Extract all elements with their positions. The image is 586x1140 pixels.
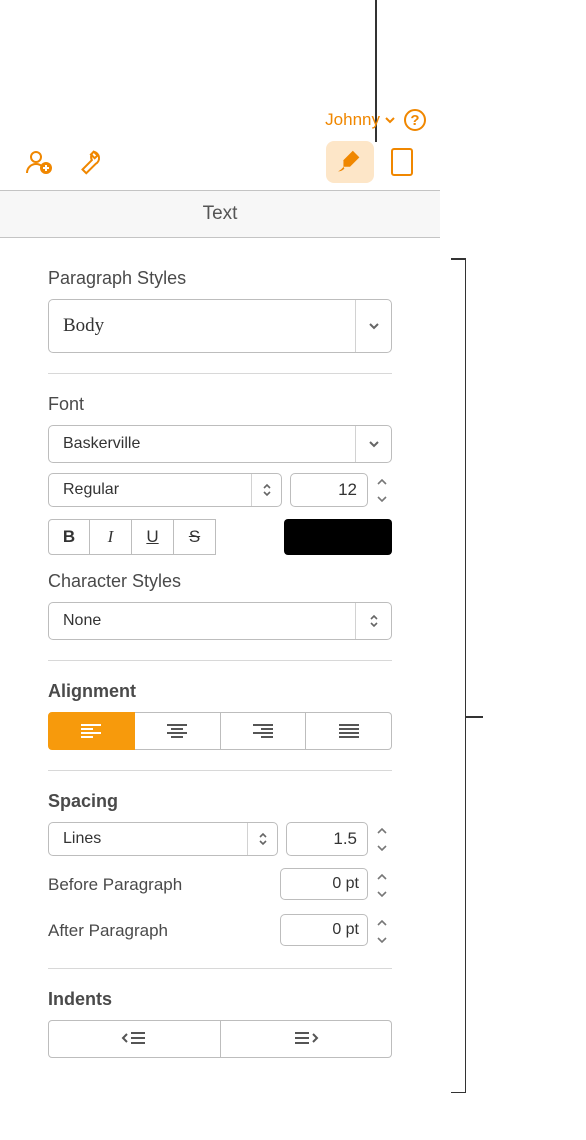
character-style-select[interactable]: None <box>48 602 392 640</box>
up-down-chevron-icon <box>258 832 268 846</box>
up-down-chevron-icon <box>369 614 379 628</box>
after-paragraph-label: After Paragraph <box>48 921 280 941</box>
bold-button[interactable]: B <box>48 519 90 555</box>
character-style-value: None <box>49 612 355 630</box>
document-icon <box>389 146 415 178</box>
strike-label: S <box>189 527 200 547</box>
chevron-down-icon <box>368 438 380 450</box>
font-size-field[interactable]: 12 <box>290 473 368 507</box>
paragraph-style-select[interactable]: Body <box>48 299 392 353</box>
font-family-select[interactable]: Baskerville <box>48 425 392 463</box>
font-size-stepper[interactable] <box>372 473 392 507</box>
spacing-mode-value: Lines <box>49 830 247 848</box>
format-button[interactable] <box>326 141 374 183</box>
chevron-up-icon <box>377 479 387 486</box>
divider <box>48 660 392 661</box>
document-button[interactable] <box>378 141 426 183</box>
bold-label: B <box>63 527 75 547</box>
font-style-select[interactable]: Regular <box>48 473 282 507</box>
align-center-button[interactable] <box>135 712 221 750</box>
divider <box>48 770 392 771</box>
divider <box>48 968 392 969</box>
wrench-icon <box>75 147 105 177</box>
before-paragraph-stepper[interactable] <box>372 868 392 902</box>
font-family-value: Baskerville <box>49 435 355 453</box>
before-paragraph-field[interactable]: 0 pt <box>280 868 368 900</box>
align-justify-icon <box>337 723 361 739</box>
font-label: Font <box>48 394 392 415</box>
select-arrow <box>355 426 391 462</box>
chevron-down-icon <box>377 936 387 943</box>
italic-button[interactable]: I <box>90 519 132 555</box>
spacing-label: Spacing <box>48 791 392 812</box>
help-button[interactable]: ? <box>404 109 426 131</box>
increase-indent-icon <box>293 1030 319 1048</box>
align-left-button[interactable] <box>48 712 135 750</box>
select-arrow <box>251 474 281 506</box>
strike-button[interactable]: S <box>174 519 216 555</box>
user-name: Johnny <box>325 110 380 130</box>
character-styles-label: Character Styles <box>48 571 392 592</box>
spacing-mode-select[interactable]: Lines <box>48 822 278 856</box>
paragraph-styles-label: Paragraph Styles <box>48 268 392 289</box>
after-paragraph-stepper[interactable] <box>372 914 392 948</box>
chevron-up-icon <box>377 920 387 927</box>
help-label: ? <box>410 112 419 129</box>
select-arrow <box>355 603 391 639</box>
font-size-value: 12 <box>338 480 357 500</box>
font-style-value: Regular <box>49 481 251 499</box>
spacing-value: 1.5 <box>333 829 357 849</box>
increase-indent-button[interactable] <box>221 1020 393 1058</box>
select-arrow <box>247 823 277 855</box>
alignment-label: Alignment <box>48 681 392 702</box>
indents-label: Indents <box>48 989 392 1010</box>
align-center-icon <box>165 723 189 739</box>
section-header: Text <box>0 190 440 238</box>
align-justify-button[interactable] <box>306 712 392 750</box>
up-down-chevron-icon <box>262 483 272 497</box>
text-color-swatch[interactable] <box>284 519 392 555</box>
user-menu[interactable]: Johnny <box>325 110 396 130</box>
italic-label: I <box>108 527 114 547</box>
divider <box>48 373 392 374</box>
chevron-down-icon <box>377 890 387 897</box>
chevron-down-icon <box>368 320 380 332</box>
chevron-down-icon <box>377 844 387 851</box>
collaborate-icon <box>22 146 54 178</box>
paragraph-style-value: Body <box>49 315 355 337</box>
spacing-value-field[interactable]: 1.5 <box>286 822 368 856</box>
callout-bracket <box>450 258 466 1093</box>
underline-label: U <box>146 527 158 547</box>
align-left-icon <box>79 723 103 739</box>
collaborate-button[interactable] <box>14 141 62 183</box>
decrease-indent-button[interactable] <box>48 1020 221 1058</box>
chevron-up-icon <box>377 874 387 881</box>
before-paragraph-label: Before Paragraph <box>48 875 280 895</box>
select-arrow <box>355 300 391 352</box>
section-title: Text <box>203 203 238 225</box>
underline-button[interactable]: U <box>132 519 174 555</box>
paintbrush-icon <box>335 147 365 177</box>
chevron-up-icon <box>377 828 387 835</box>
spacing-stepper[interactable] <box>372 822 392 856</box>
tools-button[interactable] <box>66 141 114 183</box>
decrease-indent-icon <box>121 1030 147 1048</box>
align-right-icon <box>251 723 275 739</box>
after-paragraph-field[interactable]: 0 pt <box>280 914 368 946</box>
before-paragraph-value: 0 pt <box>332 875 359 893</box>
chevron-down-icon <box>377 495 387 502</box>
after-paragraph-value: 0 pt <box>332 921 359 939</box>
callout-bracket-tick <box>465 716 483 718</box>
chevron-down-icon <box>384 114 396 126</box>
align-right-button[interactable] <box>221 712 307 750</box>
